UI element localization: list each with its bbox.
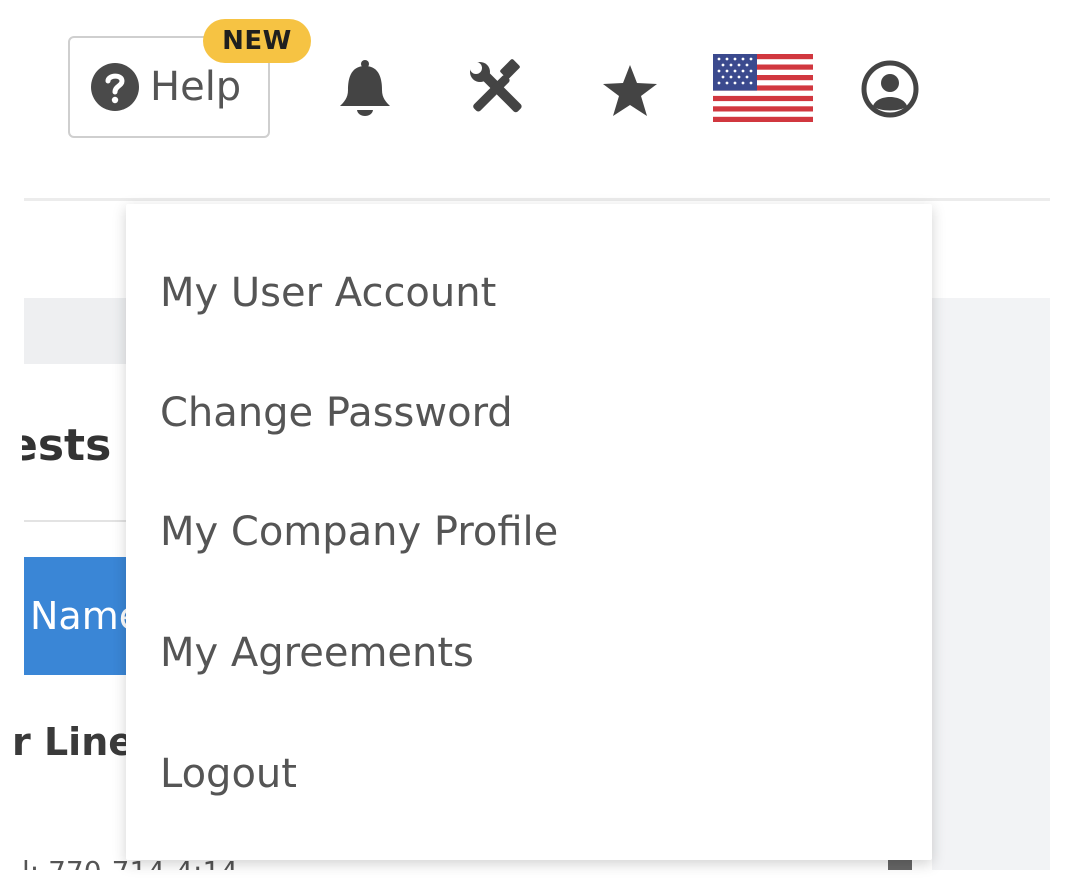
background-panel bbox=[932, 298, 1050, 870]
menu-item-logout[interactable]: Logout bbox=[160, 750, 297, 798]
help-label: Help bbox=[150, 64, 242, 110]
header-divider bbox=[24, 198, 1050, 201]
menu-item-my-company-profile[interactable]: My Company Profile bbox=[160, 508, 558, 556]
table-header-name[interactable]: Name bbox=[24, 557, 127, 675]
user-avatar-icon[interactable] bbox=[861, 60, 919, 118]
user-menu-dropdown: My User Account Change Password My Compa… bbox=[126, 204, 932, 860]
background-divider bbox=[24, 520, 127, 522]
new-badge: NEW bbox=[203, 19, 311, 63]
question-circle-icon bbox=[91, 63, 139, 111]
bell-icon[interactable] bbox=[336, 58, 394, 120]
top-toolbar: Help NEW bbox=[0, 0, 1074, 200]
us-flag-icon[interactable] bbox=[713, 54, 813, 122]
background-page-title: ests bbox=[22, 420, 112, 471]
menu-item-my-agreements[interactable]: My Agreements bbox=[160, 629, 474, 677]
menu-item-change-password[interactable]: Change Password bbox=[160, 389, 513, 437]
menu-item-my-user-account[interactable]: My User Account bbox=[160, 269, 496, 317]
tools-icon[interactable] bbox=[466, 58, 526, 118]
star-icon[interactable] bbox=[600, 63, 660, 119]
table-row-text: r Line bbox=[12, 720, 127, 764]
